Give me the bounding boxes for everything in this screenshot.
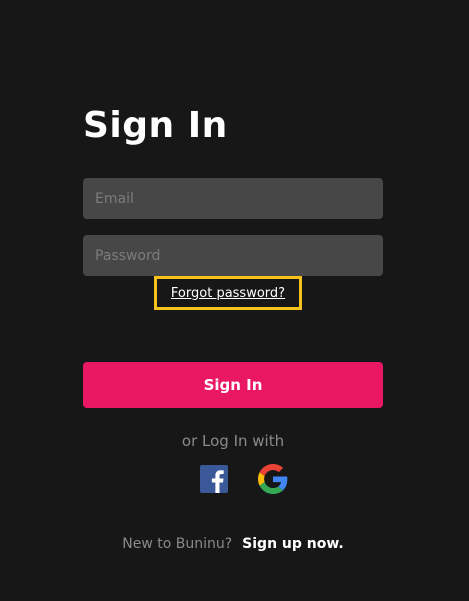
signup-row: New to Buninu? Sign up now. [83, 536, 383, 552]
forgot-password-link[interactable]: Forgot password? [171, 286, 285, 301]
facebook-icon[interactable] [199, 464, 229, 494]
forgot-password-highlight: Forgot password? [154, 276, 302, 310]
email-field[interactable] [83, 178, 383, 219]
social-login-label: or Log In with [181, 432, 285, 450]
page-title: Sign In [83, 105, 228, 146]
sign-up-link[interactable]: Sign up now. [242, 536, 344, 552]
google-icon[interactable] [258, 464, 288, 494]
sign-in-button[interactable]: Sign In [83, 362, 383, 408]
signup-prompt: New to Buninu? [122, 536, 233, 552]
password-field[interactable] [83, 235, 383, 276]
sign-in-page: Sign In Forgot password? Sign In or Log … [0, 0, 469, 601]
